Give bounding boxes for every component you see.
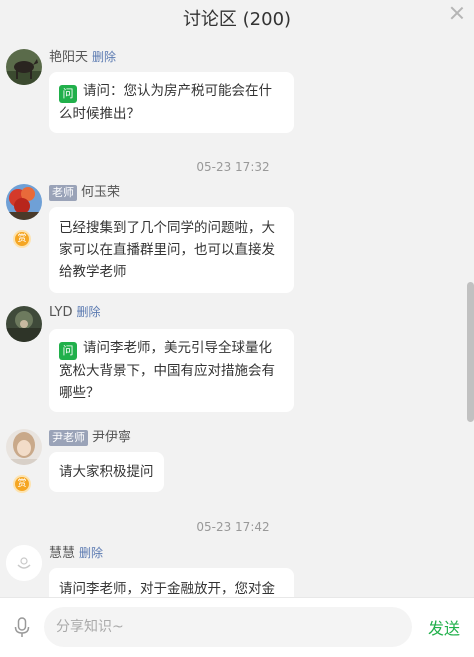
avatar[interactable] — [6, 184, 42, 220]
avatar[interactable] — [6, 306, 42, 342]
delete-link[interactable]: 删除 — [92, 50, 116, 64]
reward-badge: 赏 — [13, 230, 31, 248]
microphone-icon[interactable] — [14, 617, 30, 639]
avatar[interactable] — [6, 49, 42, 85]
question-badge: 问 — [59, 342, 77, 360]
user-name: 慧慧 — [49, 546, 76, 561]
delete-link[interactable]: 删除 — [76, 305, 100, 319]
avatar[interactable] — [6, 545, 42, 581]
reward-badge: 赏 — [13, 475, 31, 493]
role-badge: 尹老师 — [49, 430, 88, 446]
message-bubble: 已经搜集到了几个同学的问题啦，大家可以在直播群里问，也可以直接发给教学老师 — [49, 207, 294, 293]
message-bubble: 请大家积极提问 — [49, 452, 164, 492]
header: 讨论区 (200) — [0, 0, 474, 40]
timestamp: 05-23 17:42 — [196, 520, 270, 534]
message-meta: 慧慧 删除 — [49, 542, 103, 561]
message-text: 已经搜集到了几个同学的问题啦，大家可以在直播群里问，也可以直接发给教学老师 — [59, 220, 275, 280]
avatar[interactable] — [6, 429, 42, 465]
composer: 发送 — [0, 597, 474, 657]
user-name: 何玉荣 — [81, 185, 121, 200]
message-meta: 老师 何玉荣 — [49, 181, 120, 201]
user-name: LYD — [49, 305, 73, 320]
message-bubble: 请问李老师，对于金融放开，您对金 — [49, 568, 294, 597]
message-bubble: 问请问李老师，美元引导全球量化宽松大背景下，中国有应对措施会有哪些？ — [49, 329, 294, 412]
question-badge: 问 — [59, 85, 77, 103]
send-button[interactable]: 发送 — [428, 615, 460, 639]
message-text: 请问李老师，美元引导全球量化宽松大背景下，中国有应对措施会有哪些？ — [59, 340, 275, 401]
role-badge: 老师 — [49, 185, 77, 201]
message-text: 请大家积极提问 — [59, 464, 154, 480]
scrollbar[interactable] — [467, 282, 474, 422]
timestamp: 05-23 17:32 — [196, 160, 270, 174]
message-bubble: 问请问：您认为房产税可能会在什么时候推出？ — [49, 72, 294, 133]
message-meta: LYD 删除 — [49, 303, 100, 320]
user-name: 尹伊寧 — [92, 430, 132, 445]
message-text: 请问：您认为房产税可能会在什么时候推出？ — [59, 83, 272, 122]
page-title: 讨论区 (200) — [182, 9, 292, 30]
user-name: 艳阳天 — [49, 50, 89, 65]
close-icon[interactable] — [450, 6, 464, 20]
message-meta: 尹老师 尹伊寧 — [49, 426, 131, 446]
message-input[interactable] — [44, 607, 412, 647]
message-meta: 艳阳天 删除 — [49, 46, 116, 65]
message-feed[interactable]: 艳阳天 删除 问请问：您认为房产税可能会在什么时候推出？ 05-23 17:32 … — [0, 40, 466, 597]
delete-link[interactable]: 删除 — [79, 546, 103, 560]
message-text: 请问李老师，对于金融放开，您对金 — [59, 581, 275, 597]
